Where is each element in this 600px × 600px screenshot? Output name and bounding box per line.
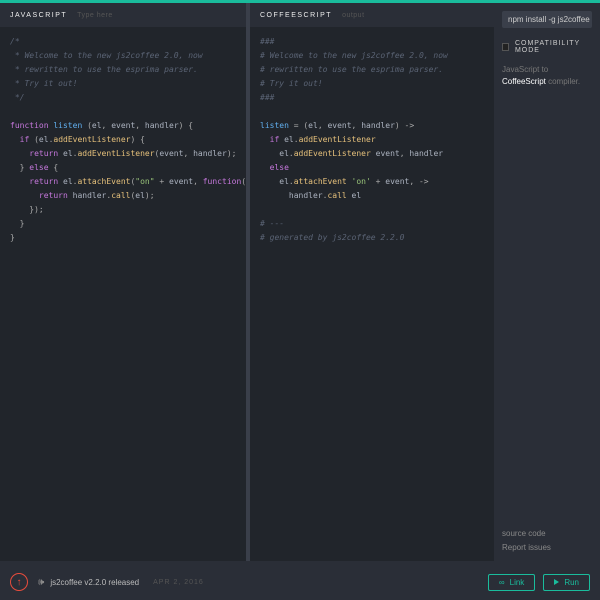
coffeescript-output[interactable]: ### # Welcome to the new js2coffee 2.0, … bbox=[250, 27, 494, 561]
play-icon bbox=[554, 579, 559, 585]
link-button[interactable]: ∞ Link bbox=[488, 574, 535, 591]
desc-part-a: JavaScript to bbox=[502, 65, 548, 74]
coffeescript-pane-header: COFFEESCRIPT output bbox=[250, 3, 494, 27]
news-date: APR 2, 2016 bbox=[153, 579, 204, 586]
javascript-editor[interactable]: /* * Welcome to the new js2coffee 2.0, n… bbox=[0, 27, 246, 561]
desc-part-c: compiler. bbox=[546, 77, 580, 86]
run-button-label: Run bbox=[564, 578, 579, 587]
coffeescript-pane: COFFEESCRIPT output ### # Welcome to the… bbox=[250, 3, 494, 561]
javascript-pane-header: JAVASCRIPT Type here bbox=[0, 3, 246, 27]
editor-container: JAVASCRIPT Type here /* * Welcome to the… bbox=[0, 3, 600, 561]
desc-part-b: CoffeeScript bbox=[502, 77, 546, 86]
compatibility-mode-toggle[interactable]: COMPATIBILITY MODE bbox=[502, 40, 592, 54]
run-button[interactable]: Run bbox=[543, 574, 590, 591]
checkbox-icon bbox=[502, 43, 509, 51]
compatibility-mode-label: COMPATIBILITY MODE bbox=[515, 40, 592, 54]
arrow-up-icon: ↑ bbox=[17, 577, 22, 588]
javascript-pane-title: JAVASCRIPT bbox=[10, 12, 67, 19]
coffeescript-pane-hint: output bbox=[342, 12, 364, 19]
sidebar-description: JavaScript to CoffeeScript compiler. bbox=[502, 64, 592, 88]
news-link[interactable]: js2coffee v2.2.0 released bbox=[50, 578, 139, 587]
report-issues-link[interactable]: Report issues bbox=[502, 541, 551, 555]
footer-bar: ↑ 🕪 js2coffee v2.2.0 released APR 2, 201… bbox=[0, 564, 600, 600]
source-code-link[interactable]: source code bbox=[502, 527, 551, 541]
link-icon: ∞ bbox=[499, 578, 505, 587]
scroll-up-button[interactable]: ↑ bbox=[10, 573, 28, 591]
javascript-pane-hint: Type here bbox=[77, 12, 113, 19]
npm-install-snippet[interactable]: npm install -g js2coffee bbox=[502, 11, 592, 28]
sidebar-footer-links: source code Report issues bbox=[502, 527, 551, 555]
megaphone-icon: 🕪 bbox=[38, 577, 44, 588]
coffeescript-pane-title: COFFEESCRIPT bbox=[260, 12, 332, 19]
sidebar: npm install -g js2coffee COMPATIBILITY M… bbox=[494, 3, 600, 561]
javascript-pane: JAVASCRIPT Type here /* * Welcome to the… bbox=[0, 3, 246, 561]
link-button-label: Link bbox=[510, 578, 525, 587]
